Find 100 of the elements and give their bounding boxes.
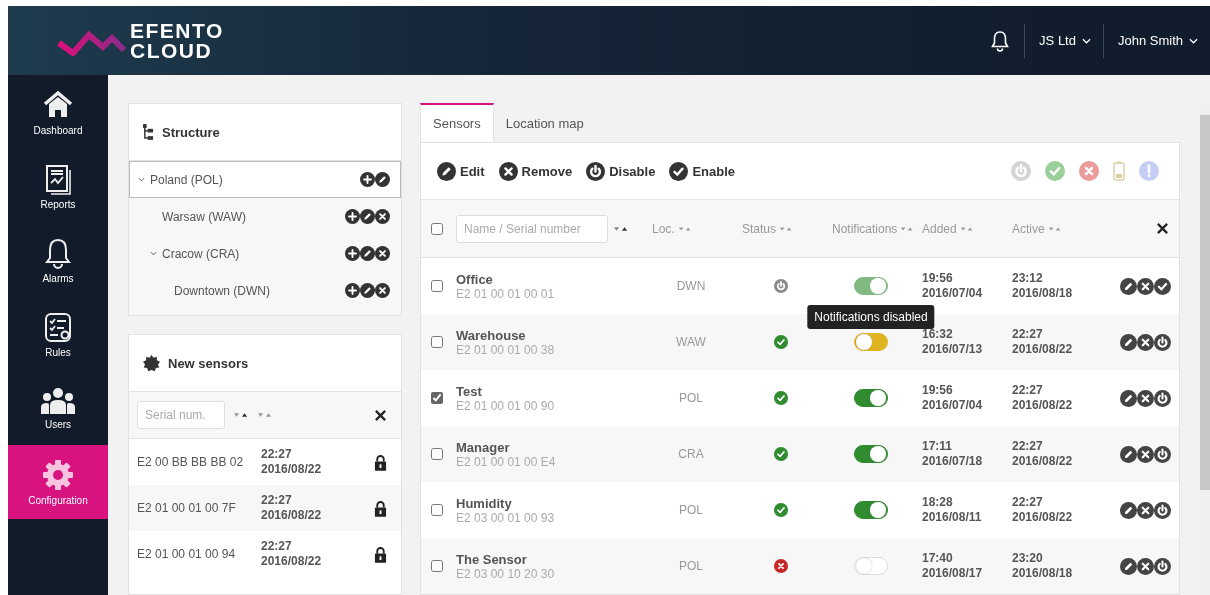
remove-icon[interactable] [375, 283, 390, 298]
name-search-field[interactable]: Name / Serial number [456, 214, 608, 243]
tree-icon [143, 123, 154, 141]
company-dropdown[interactable]: JS Ltd [1025, 33, 1103, 48]
timestamp: 19:56 2016/07/04 [921, 271, 984, 301]
toolbar-button[interactable]: Edit [437, 161, 485, 181]
power-icon[interactable] [1154, 557, 1171, 575]
check-icon[interactable] [1154, 277, 1171, 295]
remove-icon[interactable] [375, 209, 390, 224]
bell-icon [42, 236, 74, 269]
timestamp: 22:27 2016/08/22 [1011, 383, 1074, 413]
select-all-checkbox[interactable] [431, 222, 443, 235]
sidebar-item[interactable]: Alarms [8, 223, 108, 297]
toolbar-button[interactable]: Remove [498, 161, 573, 181]
sensor-name: The Sensor [456, 551, 528, 567]
sort-icon[interactable] [613, 225, 629, 232]
scrollbar-thumb[interactable] [1200, 115, 1210, 490]
timestamp: 22:27 2016/08/22 [1011, 439, 1074, 469]
tree-node[interactable]: Cracow (CRA) [129, 235, 401, 272]
power-icon[interactable] [1154, 501, 1171, 519]
sidebar-item[interactable]: Dashboard [8, 75, 108, 149]
check-icon [669, 161, 689, 181]
check-icon[interactable] [1045, 161, 1065, 181]
edit-icon[interactable] [360, 246, 375, 261]
edit-icon[interactable] [1120, 389, 1137, 407]
toolbar-button[interactable]: Disable [586, 161, 656, 181]
tree-node[interactable]: Downtown (DWN) [129, 272, 401, 309]
caret-icon[interactable] [138, 177, 145, 182]
add-icon[interactable] [360, 172, 375, 187]
add-icon[interactable] [345, 209, 360, 224]
timestamp: 22:27 2016/08/22 [261, 447, 322, 477]
bell-icon[interactable] [990, 29, 1011, 52]
location-code: POL [679, 559, 703, 573]
serial-number: E2 00 BB BB BB 02 [137, 455, 245, 469]
sidebar-item[interactable]: Reports [8, 149, 108, 223]
notifications-toggle[interactable] [854, 389, 888, 407]
timestamp: 22:27 2016/08/22 [1011, 327, 1074, 357]
card-title: Structure [162, 124, 220, 140]
new-badge-icon [143, 354, 160, 372]
add-icon[interactable] [345, 283, 360, 298]
timestamp: 18:28 2016/08/11 [921, 495, 983, 525]
tab[interactable]: Location map [493, 103, 596, 142]
remove-icon [498, 161, 518, 181]
row-checkbox[interactable] [431, 560, 443, 572]
sidebar-item[interactable]: Configuration [8, 445, 108, 519]
clear-filter-icon[interactable] [374, 408, 387, 422]
remove-icon[interactable] [1137, 501, 1154, 519]
timestamp: 23:20 2016/08/18 [1011, 551, 1074, 581]
remove-icon[interactable] [1137, 557, 1154, 575]
timestamp: 16:32 2016/07/13 [921, 327, 984, 357]
remove-icon[interactable] [375, 246, 390, 261]
sidebar-item[interactable]: Users [8, 371, 108, 445]
power-icon[interactable] [1154, 333, 1171, 351]
edit-icon[interactable] [1120, 557, 1137, 575]
notifications-toggle[interactable] [854, 445, 888, 463]
edit-icon[interactable] [375, 172, 390, 187]
remove-icon[interactable] [1137, 277, 1154, 295]
sensor-name: Test [456, 383, 483, 399]
serial-filter-field[interactable]: Serial num. [137, 401, 225, 429]
toolbar-button[interactable]: Enable [669, 161, 735, 181]
add-icon[interactable] [345, 246, 360, 261]
edit-icon[interactable] [1120, 501, 1137, 519]
remove-icon[interactable] [1137, 333, 1154, 351]
edit-icon[interactable] [1120, 277, 1137, 295]
remove-icon[interactable] [1137, 445, 1154, 463]
serial-number: E2 01 00 01 00 38 [456, 342, 556, 357]
sort-icon[interactable] [233, 412, 249, 418]
sidebar-item[interactable]: Rules [8, 297, 108, 371]
notifications-toggle[interactable] [854, 333, 888, 351]
tooltip: Notifications disabled [807, 305, 935, 329]
serial-number: E2 01 00 01 00 01 [456, 286, 556, 301]
sensor-name: Office [456, 271, 494, 287]
notifications-toggle[interactable] [854, 501, 888, 519]
logo-text: CLOUD [130, 40, 214, 61]
edit-icon [437, 161, 456, 181]
power-icon[interactable] [1154, 445, 1171, 463]
row-checkbox[interactable] [431, 448, 443, 460]
tab[interactable]: Sensors [420, 103, 494, 142]
row-checkbox[interactable] [431, 504, 443, 516]
notifications-toggle[interactable] [854, 277, 888, 295]
tree-node[interactable]: Poland (POL) [129, 161, 401, 198]
edit-icon[interactable] [360, 209, 375, 224]
row-checkbox[interactable] [431, 280, 443, 292]
caret-icon[interactable] [150, 251, 157, 256]
tree-node[interactable]: Warsaw (WAW) [129, 198, 401, 235]
gear-icon [42, 458, 74, 491]
user-dropdown[interactable]: John Smith [1103, 33, 1210, 48]
edit-icon[interactable] [360, 283, 375, 298]
location-code: DWN [676, 279, 706, 293]
power-icon[interactable] [1154, 389, 1171, 407]
clear-filters-icon[interactable] [1156, 222, 1169, 235]
remove-icon[interactable] [1137, 389, 1154, 407]
serial-number: E2 03 00 01 00 93 [456, 510, 556, 525]
row-checkbox[interactable] [431, 336, 443, 348]
edit-icon[interactable] [1120, 333, 1137, 351]
edit-icon[interactable] [1120, 445, 1137, 463]
timestamp: 23:12 2016/08/18 [1011, 271, 1074, 301]
checklist-icon [42, 310, 74, 343]
timestamp: 17:11 2016/07/18 [921, 439, 984, 469]
row-checkbox[interactable] [431, 392, 443, 404]
